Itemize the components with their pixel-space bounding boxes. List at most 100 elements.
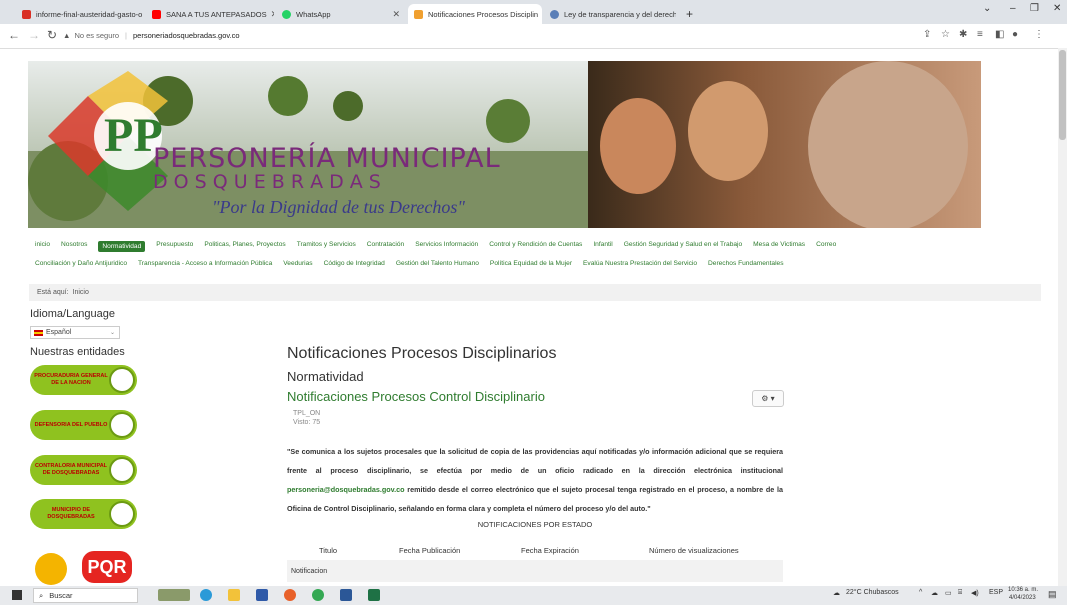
article-options-button[interactable]: ⚙ ▾ [752, 390, 784, 407]
menu-item[interactable]: Mesa de Victimas [753, 241, 805, 252]
share-icon[interactable]: ⇪ [923, 29, 931, 40]
seal-icon [109, 367, 135, 393]
banner-slogan: "Por la Dignidad de tus Derechos" [212, 197, 465, 217]
close-icon[interactable]: ✕ [267, 9, 274, 20]
language-heading: Idioma/Language [30, 308, 116, 320]
menu-item[interactable]: Nosotros [61, 241, 87, 252]
column-header[interactable]: Fecha Publicación [399, 546, 460, 555]
weather-status[interactable]: 22°C Chubascos [846, 589, 899, 596]
table-row[interactable]: Notificacion [287, 560, 783, 582]
menu-item[interactable]: Tramitos y Servicios [297, 241, 356, 252]
menu-item[interactable]: Servicios Información [415, 241, 478, 252]
entity-link-contraloria[interactable]: CONTRALORIA MUNICIPAL DE DOSQUEBRADAS [30, 455, 137, 485]
menu-item[interactable]: Derechos Fundamentales [708, 260, 784, 267]
entity-link-defensoria[interactable]: DEFENSORIA DEL PUEBLO [30, 410, 137, 440]
side-panel-icon[interactable]: ◧ [995, 29, 1004, 40]
news-widget-icon[interactable] [158, 589, 190, 601]
menu-item[interactable]: Conciliación y Daño Antijuridico [35, 260, 127, 267]
clock-time[interactable]: 10:36 a. m. [1008, 587, 1038, 593]
browser-tab[interactable]: WhatsApp ✕ [276, 4, 406, 24]
column-header[interactable]: Número de visualizaciones [649, 546, 739, 555]
volume-icon[interactable]: ◀) [971, 589, 979, 597]
language-indicator[interactable]: ESP [989, 589, 1003, 596]
menu-item[interactable]: Gestión del Talento Humano [396, 260, 479, 267]
menu-item[interactable]: Evalúa Nuestra Prestación del Servicio [583, 260, 697, 267]
menu-item[interactable]: Veedurias [283, 260, 312, 267]
back-icon[interactable]: ← [8, 28, 20, 42]
forward-icon[interactable]: → [28, 28, 40, 42]
file-explorer-icon[interactable] [228, 589, 240, 601]
column-header[interactable]: Titulo [319, 546, 337, 555]
menu-icon[interactable]: ⋮ [1034, 29, 1044, 40]
main-menu-row1: inicio Nosotros Normatividad Presupuesto… [35, 241, 847, 252]
weather-icon[interactable]: ☁ [833, 589, 840, 597]
browser-tab[interactable]: Ley de transparencia y del derech ✕ [544, 4, 676, 24]
taskbar-search[interactable]: ⌕ Buscar [33, 588, 138, 603]
menu-item[interactable]: Código de Integridad [324, 260, 385, 267]
word-icon[interactable] [340, 589, 352, 601]
clock-date[interactable]: 4/04/2023 [1009, 595, 1036, 601]
cloud-icon[interactable]: ☁ [931, 589, 938, 597]
new-tab-button[interactable]: + [680, 4, 700, 24]
breadcrumb: Está aquí: Inicio [29, 284, 1041, 301]
network-icon[interactable]: ⌸ [958, 589, 962, 597]
address-bar[interactable]: ▲ No es seguro | personeriadosquebradas.… [63, 27, 918, 44]
menu-item[interactable]: Correo [816, 241, 836, 252]
language-select[interactable]: Español ⌄ [30, 326, 120, 339]
browser-tab-active[interactable]: Notificaciones Procesos Disciplin ✕ [408, 4, 542, 24]
menu-item[interactable]: Contratación [367, 241, 404, 252]
close-window-icon[interactable]: ✕ [1053, 3, 1061, 14]
smiley-icon [35, 553, 67, 585]
browser-tab[interactable]: informe-final-austeridad-gasto-o ✕ [16, 4, 144, 24]
language-value: Español [46, 329, 72, 336]
entity-label: MUNICIPIO DE DOSQUEBRADAS [47, 507, 95, 520]
entity-link-municipio[interactable]: MUNICIPIO DE DOSQUEBRADAS [30, 499, 137, 529]
globe-icon [550, 9, 559, 19]
store-icon[interactable] [256, 589, 268, 601]
battery-icon[interactable]: ▭ [945, 589, 952, 597]
entity-label: PROCURADURIA GENERAL DE LA NACION [34, 373, 108, 386]
close-icon[interactable]: ✕ [388, 9, 400, 20]
chrome-icon[interactable] [312, 589, 324, 601]
entity-link-procuraduria[interactable]: PROCURADURIA GENERAL DE LA NACION [30, 365, 137, 395]
column-header[interactable]: Fecha Expiración [521, 546, 579, 555]
breadcrumb-current[interactable]: Inicio [73, 289, 89, 296]
email-link[interactable]: personeria@dosquebradas.gov.co [287, 485, 405, 494]
notifications-icon[interactable]: ▤ [1048, 589, 1057, 600]
edge-icon[interactable] [200, 589, 212, 601]
browser-tab[interactable]: SANA A TUS ANTEPASADOS ✕ [146, 4, 274, 24]
firefox-icon[interactable] [284, 589, 296, 601]
warning-icon: ▲ [63, 31, 71, 40]
restore-icon[interactable]: ❐ [1030, 3, 1039, 14]
menu-item[interactable]: Transparencia - Acceso a Información Púb… [138, 260, 272, 267]
banner-subtitle: D O S Q U E B R A D A S [153, 171, 381, 193]
tray-overflow-icon[interactable]: ^ [919, 589, 922, 596]
close-icon[interactable]: ✕ [538, 9, 542, 20]
excel-icon[interactable] [368, 589, 380, 601]
category-title: Normatividad [287, 369, 364, 384]
close-icon[interactable]: ✕ [142, 9, 144, 20]
minimize-icon[interactable]: – [1010, 3, 1016, 14]
menu-item[interactable]: inicio [35, 241, 50, 252]
article-title-link[interactable]: Notificaciones Procesos Control Discipli… [287, 389, 545, 404]
menu-item[interactable]: Presupuesto [156, 241, 193, 252]
menu-item[interactable]: Politicas, Planes, Proyectos [204, 241, 285, 252]
reload-icon[interactable]: ↻ [47, 28, 57, 42]
entity-label: DEFENSORIA DEL PUEBLO [34, 421, 108, 428]
reading-list-icon[interactable]: ≡ [977, 29, 983, 40]
windows-start-icon[interactable] [12, 590, 22, 600]
extensions-icon[interactable]: ✱ [959, 29, 967, 40]
page-title: Notificaciones Procesos Disciplinarios [287, 345, 557, 362]
url-text: personeriadosquebradas.gov.co [133, 31, 240, 40]
menu-item[interactable]: Política Equidad de la Mujer [490, 260, 572, 267]
scrollbar-thumb[interactable] [1059, 50, 1066, 140]
menu-item[interactable]: Gestión Seguridad y Salud en el Trabajo [624, 241, 742, 252]
pqr-link[interactable]: PQR [30, 547, 135, 585]
bookmark-star-icon[interactable]: ☆ [941, 29, 950, 40]
menu-item[interactable]: Infantil [593, 241, 612, 252]
tab-search-icon[interactable]: ⌄ [983, 3, 991, 14]
banner-title: PERSONERÍA MUNICIPAL [153, 143, 501, 174]
menu-item-active[interactable]: Normatividad [98, 241, 146, 252]
menu-item[interactable]: Control y Rendición de Cuentas [489, 241, 582, 252]
profile-icon[interactable]: ● [1012, 29, 1018, 40]
